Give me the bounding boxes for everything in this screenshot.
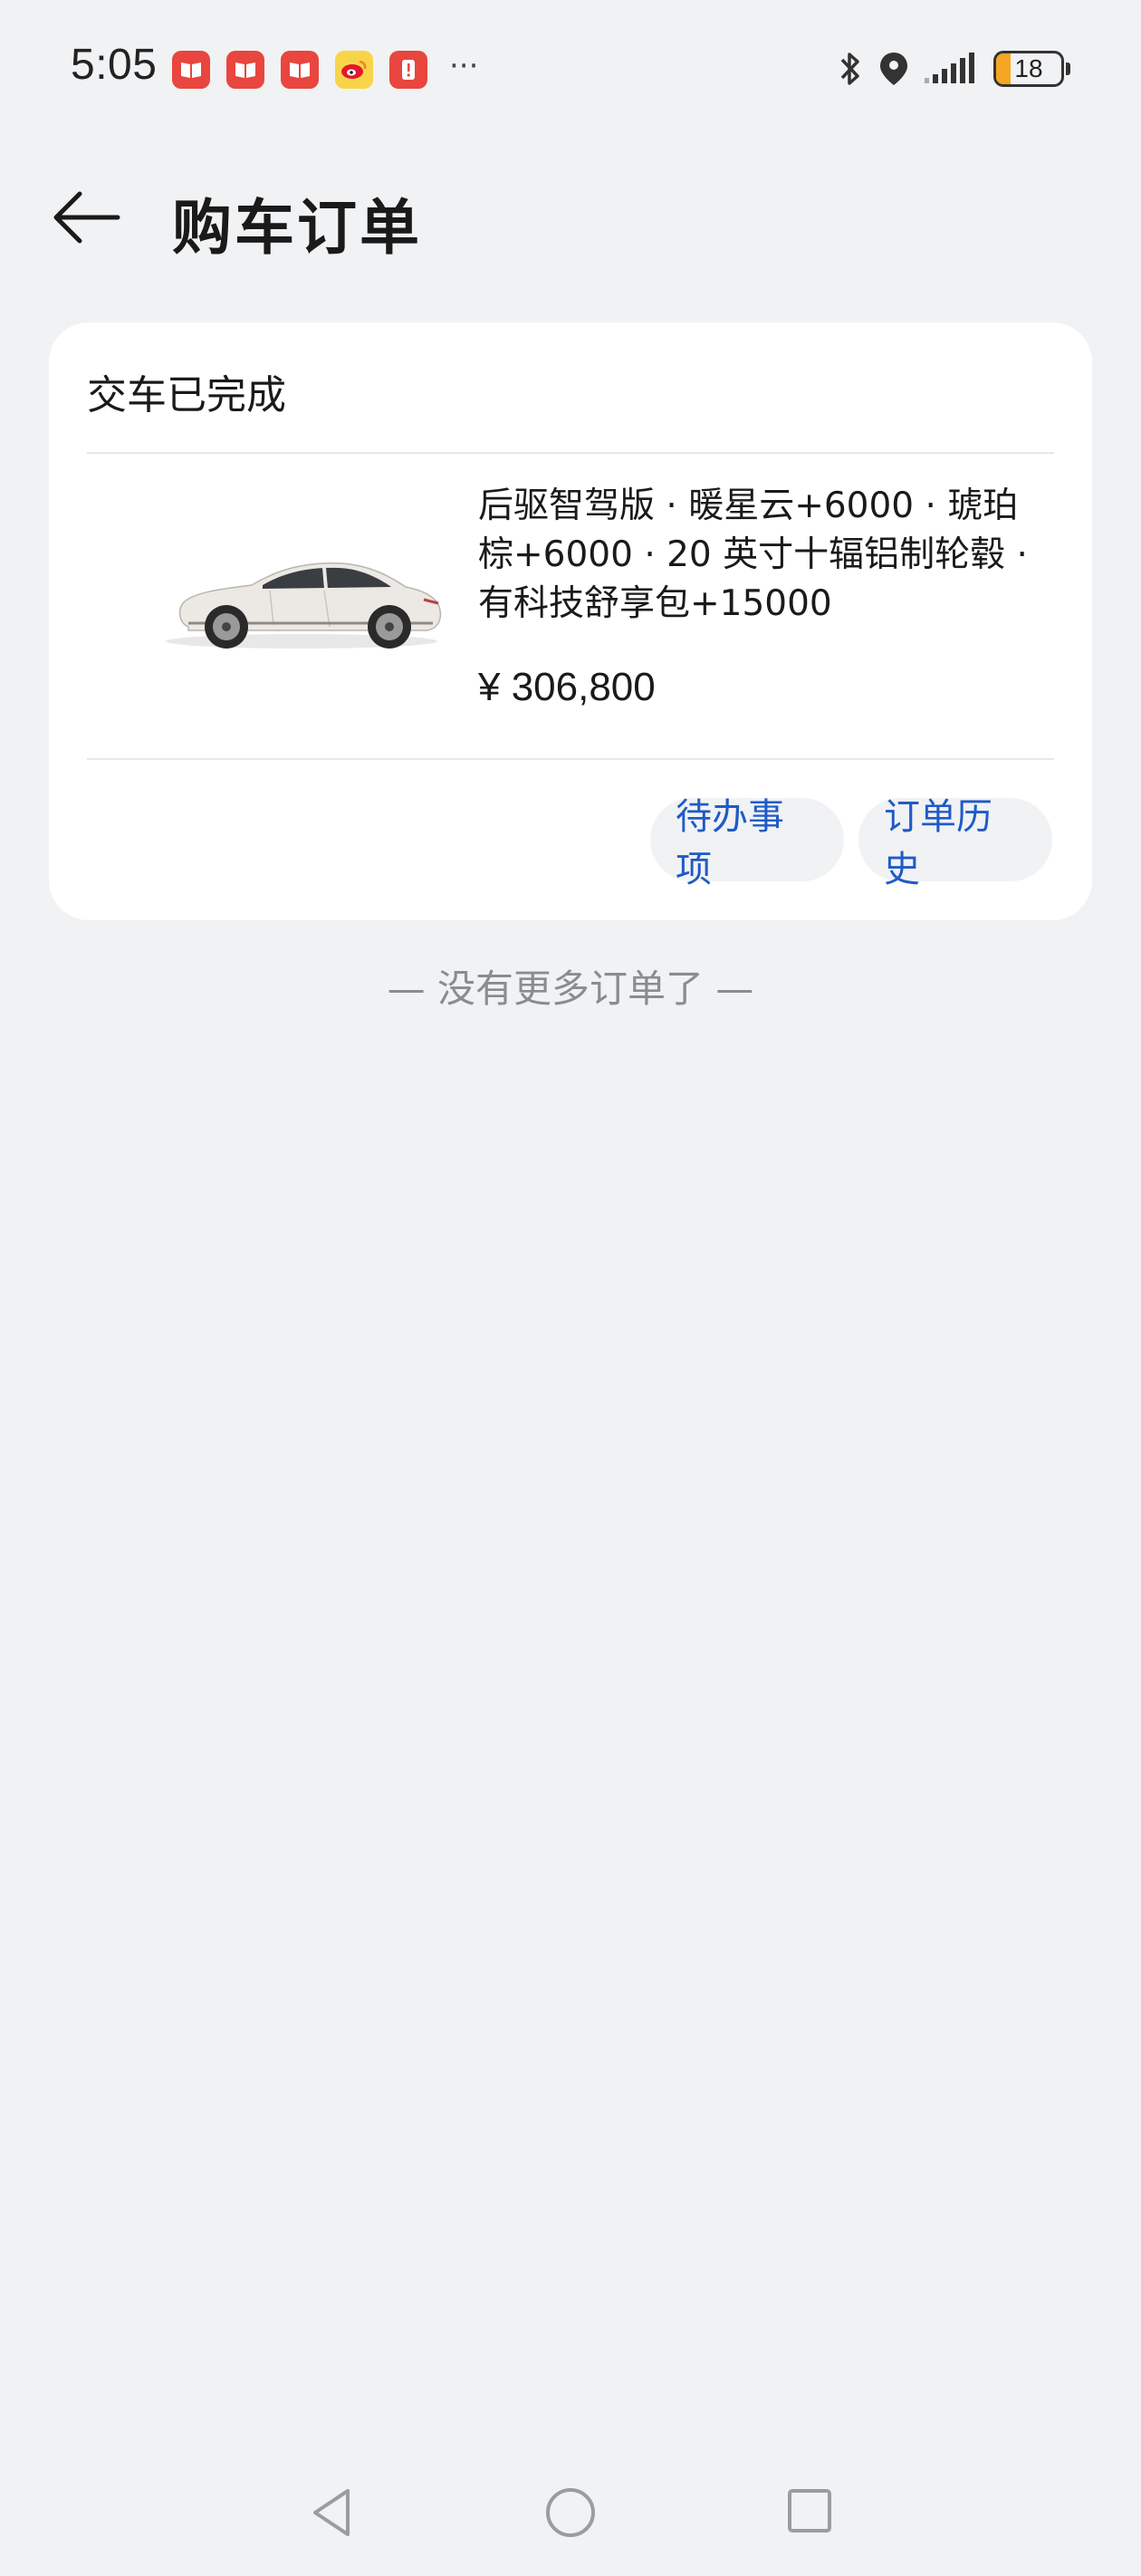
red-book-icon (226, 51, 264, 89)
status-time: 5:05 (71, 41, 158, 89)
navigation-bar (0, 2473, 1141, 2554)
car-image (152, 540, 451, 658)
notification-icons: ··· (172, 48, 479, 89)
location-icon (880, 53, 907, 85)
signal-icon (925, 53, 974, 83)
order-price: ¥ 306,800 (478, 665, 656, 709)
divider (87, 758, 1054, 760)
header: 购车订单 (0, 163, 1141, 263)
order-status: 交车已完成 (87, 372, 286, 418)
back-arrow-icon (53, 191, 120, 244)
order-card[interactable]: 交车已完成 后驱智驾版 · 暖星云+6000 · 琥珀棕+6000 · 20 英… (49, 322, 1092, 920)
nav-back-icon[interactable] (306, 2484, 357, 2542)
battery-icon: 18 (993, 51, 1064, 87)
bluetooth-icon (840, 53, 859, 85)
red-book-icon (281, 51, 319, 89)
more-notifications-indicator: ··· (449, 48, 479, 84)
divider (87, 452, 1054, 454)
page-title: 购车订单 (172, 193, 422, 263)
status-right-icons: 18 (838, 49, 1070, 89)
todo-button[interactable]: 待办事项 (650, 796, 844, 890)
order-config: 后驱智驾版 · 暖星云+6000 · 琥珀棕+6000 · 20 英寸十辐铝制轮… (478, 485, 1028, 624)
red-book-icon (172, 51, 210, 89)
nav-recent-icon[interactable] (784, 2485, 835, 2540)
nav-home-icon[interactable] (543, 2484, 598, 2542)
back-button[interactable] (47, 176, 130, 259)
status-bar: 5:05 ··· 18 (0, 0, 1141, 145)
order-history-button[interactable]: 订单历史 (858, 796, 1052, 890)
battery-cap (1066, 62, 1070, 75)
alert-app-icon (389, 51, 427, 89)
screen: 5:05 ··· 18 购车订单 交车已完成 后驱智驾版 · 暖星云+6000 … (0, 0, 1141, 2576)
battery-level: 18 (1014, 54, 1043, 82)
weibo-icon (335, 51, 373, 89)
no-more-orders-note: — 没有更多订单了 — (387, 966, 754, 1011)
